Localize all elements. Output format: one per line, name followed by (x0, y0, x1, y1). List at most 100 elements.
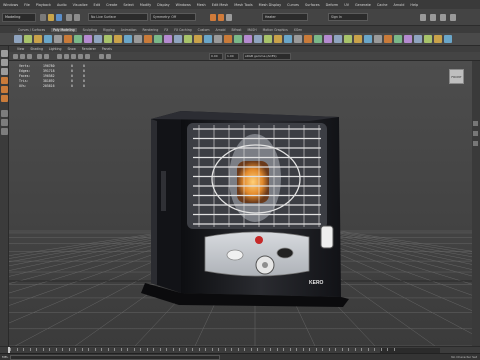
menu-item[interactable]: Generate (355, 3, 371, 7)
redo-icon[interactable] (74, 14, 80, 21)
single-perspective-layout-icon[interactable] (1, 110, 8, 117)
shelf-tool-icon[interactable] (394, 35, 402, 43)
shelf-tool-icon[interactable] (284, 35, 292, 43)
command-input[interactable] (10, 355, 220, 360)
smooth-shade-icon[interactable] (64, 54, 69, 59)
bookmark-icon[interactable] (20, 54, 25, 59)
channel-toggle-icon[interactable] (473, 121, 478, 126)
shelf-tool-icon[interactable] (84, 35, 92, 43)
shelf-tool-icon[interactable] (404, 35, 412, 43)
mode-selector[interactable]: Modeling (2, 13, 36, 22)
symmetry-field[interactable]: Symmetry: Off (150, 13, 196, 21)
search-field[interactable]: Heater (262, 13, 308, 21)
menu-item[interactable]: File (24, 3, 30, 7)
shelf-tool-icon[interactable] (384, 35, 392, 43)
shelf-tab[interactable]: MASH (248, 28, 257, 32)
perspective-viewport[interactable]: KERO Verts: 196780 0 0 Edges: 391718 0 0 Faces: 1… (9, 61, 472, 346)
shelf-tool-icon[interactable] (424, 35, 432, 43)
select-tool-icon[interactable] (1, 50, 8, 57)
shelf-tab[interactable]: Arnold (216, 28, 226, 32)
layer-toggle-icon[interactable] (473, 131, 478, 136)
shelf-tool-icon[interactable] (124, 35, 132, 43)
shelf-tool-icon[interactable] (314, 35, 322, 43)
film-gate-icon[interactable] (44, 54, 49, 59)
lights-icon[interactable] (78, 54, 83, 59)
shelf-tool-icon[interactable] (334, 35, 342, 43)
xray-icon[interactable] (106, 54, 111, 59)
shelf-tool-icon[interactable] (74, 35, 82, 43)
menu-item[interactable]: Windows (176, 3, 191, 7)
shelf-tool-icon[interactable] (14, 35, 22, 43)
colorspace-dropdown[interactable]: sRGB gamma (ACES) (243, 53, 291, 60)
menu-item[interactable]: Help (410, 3, 418, 7)
menu-item[interactable]: Display (157, 3, 170, 7)
panel-menu-item[interactable]: Show (67, 47, 75, 51)
scene-canvas[interactable]: KERO (9, 61, 472, 346)
shelf-tool-icon[interactable] (174, 35, 182, 43)
shelf-tool-icon[interactable] (194, 35, 202, 43)
menu-item[interactable]: Playback (36, 3, 51, 7)
menu-item[interactable]: Arnold (393, 3, 404, 7)
shelf-tool-icon[interactable] (234, 35, 242, 43)
shelf-tool-icon[interactable] (244, 35, 252, 43)
exposure-field[interactable]: 0.00 (209, 53, 223, 60)
shelf-tool-icon[interactable] (444, 35, 452, 43)
shelf-tool-icon[interactable] (64, 35, 72, 43)
character-set-status[interactable]: No Character Set (451, 355, 477, 359)
image-plane-icon[interactable] (27, 54, 32, 59)
shelf-tab[interactable]: Sculpting (83, 28, 97, 32)
shelf-tab[interactable]: Custom (198, 28, 210, 32)
shelf-tab[interactable]: Rendering (143, 28, 159, 32)
menu-item[interactable]: Cache (377, 3, 388, 7)
shelf-tool-icon[interactable] (294, 35, 302, 43)
view-cube[interactable]: FRONT (449, 69, 464, 84)
shelf-tool-icon[interactable] (54, 35, 62, 43)
tool-settings-icon[interactable] (440, 14, 446, 21)
camera-attributes-icon[interactable] (13, 54, 18, 59)
shelf-tab[interactable]: XGen (294, 28, 302, 32)
shelf-tab[interactable]: Rigging (103, 28, 115, 32)
shelf-tool-icon[interactable] (114, 35, 122, 43)
channel-box-icon[interactable] (450, 14, 456, 21)
shelf-tool-icon[interactable] (34, 35, 42, 43)
shelf-tool-icon[interactable] (24, 35, 32, 43)
shelf-tool-icon[interactable] (344, 35, 352, 43)
shelf-tool-icon[interactable] (44, 35, 52, 43)
menu-item[interactable]: Select (123, 3, 133, 7)
shelf-tool-icon[interactable] (184, 35, 192, 43)
menu-item[interactable]: Mesh Display (259, 3, 282, 7)
ignite-button[interactable] (226, 249, 244, 261)
power-button[interactable] (255, 236, 263, 244)
shelf-tool-icon[interactable] (134, 35, 142, 43)
render-settings-icon[interactable] (226, 14, 232, 21)
menu-item[interactable]: Windows (3, 3, 18, 7)
panel-menu-item[interactable]: Renderer (82, 47, 96, 51)
shelf-tool-icon[interactable] (214, 35, 222, 43)
panel-menu-item[interactable]: Shading (30, 47, 43, 51)
wireframe-icon[interactable] (57, 54, 62, 59)
shelf-tool-icon[interactable] (254, 35, 262, 43)
menu-item[interactable]: Mesh (197, 3, 206, 7)
undo-icon[interactable] (66, 14, 72, 21)
menu-item[interactable]: Audio (57, 3, 67, 7)
save-scene-icon[interactable] (56, 14, 62, 21)
menu-item[interactable]: Mesh Tools (234, 3, 252, 7)
four-view-layout-icon[interactable] (1, 119, 8, 126)
shelf-tool-icon[interactable] (224, 35, 232, 43)
modeling-toggle-icon[interactable] (473, 141, 478, 146)
menu-item[interactable]: Modify (140, 3, 151, 7)
panel-menu-item[interactable]: Lighting (49, 47, 62, 51)
shelf-tool-icon[interactable] (144, 35, 152, 43)
textured-icon[interactable] (71, 54, 76, 59)
shelf-tab[interactable]: Poly Modeling (51, 27, 77, 32)
shelf-tool-icon[interactable] (264, 35, 272, 43)
shelf-tool-icon[interactable] (164, 35, 172, 43)
panel-menu-item[interactable]: Panels (102, 47, 112, 51)
shelf-tool-icon[interactable] (104, 35, 112, 43)
shelf-tool-icon[interactable] (94, 35, 102, 43)
outliner-layout-icon[interactable] (1, 128, 8, 135)
live-surface-field[interactable]: No Live Surface (88, 13, 148, 21)
shelf-tab[interactable]: Animation (121, 28, 137, 32)
open-scene-icon[interactable] (48, 14, 54, 21)
scale-tool-icon[interactable] (1, 95, 8, 102)
